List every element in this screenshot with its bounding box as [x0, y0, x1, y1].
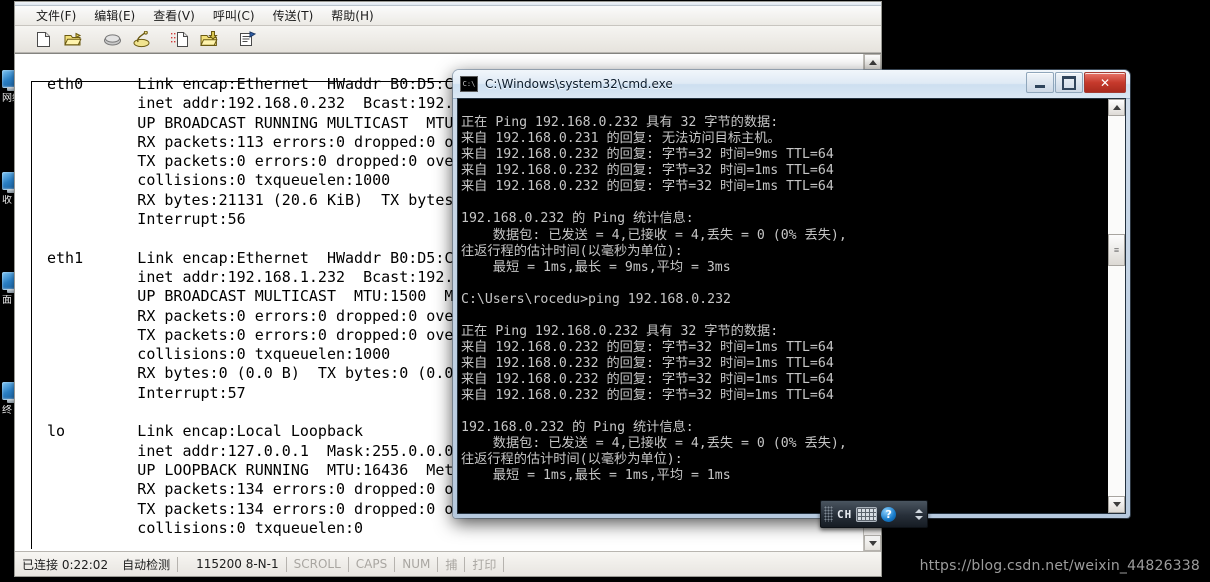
ime-toggle-controls: [915, 508, 924, 520]
maximize-button[interactable]: [1055, 72, 1083, 93]
chevron-down-icon: [1112, 502, 1121, 507]
scroll-up-button[interactable]: [864, 54, 881, 70]
menu-help[interactable]: 帮助(H): [322, 6, 382, 25]
status-num: NUM: [402, 557, 431, 571]
help-icon[interactable]: ?: [881, 506, 897, 522]
minimize-icon: [1035, 84, 1045, 88]
cmd-window-controls: ✕: [1026, 72, 1126, 93]
cmd-scroll-track[interactable]: ≡: [1108, 116, 1125, 496]
chevron-down-icon[interactable]: [915, 515, 923, 520]
send-file-icon[interactable]: [167, 27, 193, 51]
status-scroll: SCROLL: [293, 557, 341, 571]
status-connected: 已连接 0:22:02: [22, 557, 109, 572]
cmd-console-output[interactable]: 正在 Ping 192.168.0.232 具有 32 字节的数据: 来自 19…: [458, 112, 1107, 500]
properties-icon[interactable]: [235, 27, 261, 51]
menu-view[interactable]: 查看(V): [144, 6, 204, 25]
call-icon[interactable]: [99, 27, 125, 51]
close-button[interactable]: ✕: [1084, 72, 1126, 93]
hyperterminal-statusbar: 已连接 0:22:02 自动检测 115200 8-N-1 SCROLL CAP…: [15, 551, 881, 576]
disconnect-icon[interactable]: [128, 27, 154, 51]
status-caps: CAPS: [355, 557, 388, 571]
chevron-down-icon: [868, 540, 877, 546]
cmd-icon-text: C:\: [462, 79, 476, 88]
status-capture: 捕: [445, 557, 458, 572]
cmd-window-title: C:\Windows\system32\cmd.exe: [485, 77, 673, 91]
menu-call[interactable]: 呼叫(C): [204, 6, 264, 25]
cmd-app-icon: C:\: [460, 76, 478, 92]
cmd-body[interactable]: 正在 Ping 192.168.0.232 具有 32 字节的数据: 来自 19…: [457, 98, 1126, 514]
cmd-titlebar[interactable]: C:\ C:\Windows\system32\cmd.exe ✕: [453, 70, 1130, 99]
keyboard-icon[interactable]: [856, 506, 878, 522]
minimize-button[interactable]: [1026, 72, 1054, 93]
scroll-down-button[interactable]: [864, 535, 881, 551]
status-print: 打印: [472, 557, 497, 572]
open-folder-icon[interactable]: [60, 27, 86, 51]
cmd-scroll-down-button[interactable]: [1108, 496, 1125, 513]
cmd-scroll-thumb[interactable]: ≡: [1108, 234, 1125, 266]
maximize-icon: [1062, 75, 1076, 90]
chevron-up-icon: [868, 59, 877, 65]
status-divider: [503, 556, 505, 572]
new-connection-icon[interactable]: [31, 27, 57, 51]
menu-file[interactable]: 文件(F): [27, 6, 85, 25]
cmd-scroll-up-button[interactable]: [1108, 99, 1125, 116]
chevron-up-icon: [1112, 105, 1121, 110]
chevron-up-icon[interactable]: [915, 508, 923, 513]
watermark-url: https://blog.csdn.net/weixin_44826338: [919, 558, 1200, 574]
ime-language-label[interactable]: CH: [837, 508, 852, 521]
drag-handle-icon[interactable]: [824, 506, 833, 522]
cmd-scrollbar[interactable]: ≡: [1107, 99, 1125, 513]
hyperterminal-menubar: 文件(F) 编辑(E) 查看(V) 呼叫(C) 传送(T) 帮助(H): [15, 6, 881, 26]
hyperterminal-toolbar: [15, 26, 881, 53]
ime-language-bar[interactable]: CH ?: [820, 500, 928, 528]
menu-edit[interactable]: 编辑(E): [85, 6, 144, 25]
receive-file-icon[interactable]: [196, 27, 222, 51]
status-line-settings: 115200 8-N-1: [196, 557, 279, 571]
status-autodetect: 自动检测: [122, 557, 171, 572]
menu-transfer[interactable]: 传送(T): [264, 6, 323, 25]
cmd-window[interactable]: C:\ C:\Windows\system32\cmd.exe ✕ 正在 Pin…: [453, 70, 1130, 518]
